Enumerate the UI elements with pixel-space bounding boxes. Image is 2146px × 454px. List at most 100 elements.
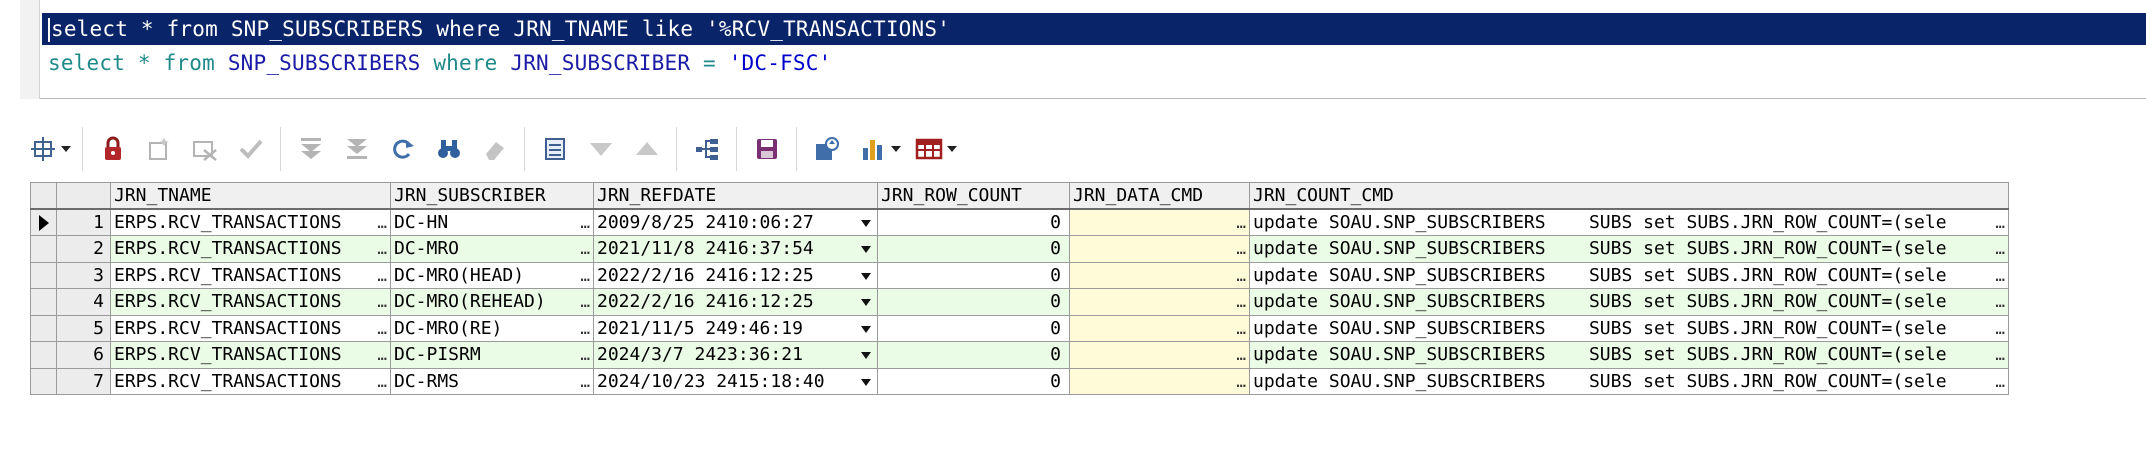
cell-data-cmd[interactable]: … (1069, 288, 1250, 316)
date-dropdown-icon[interactable] (861, 352, 871, 359)
table-row[interactable]: 7 ERPS.RCV_TRANSACTIONS … DC-RMS … 2024/10/23… (30, 367, 2009, 395)
lock-button[interactable] (90, 126, 136, 172)
cell-tname[interactable]: ERPS.RCV_TRANSACTIONS… (110, 314, 391, 342)
cell-count-cmd[interactable]: update SOAU.SNP_SUBSCRIBERS SUBS set SUB… (1249, 341, 2009, 369)
date-dropdown-icon[interactable] (861, 246, 871, 253)
cell-row-count[interactable]: 0 (877, 288, 1070, 316)
save-button[interactable] (744, 126, 790, 172)
ellipsis-button[interactable]: … (580, 289, 590, 314)
column-header[interactable]: JRN_REFDATE (593, 182, 878, 210)
column-header[interactable]: JRN_DATA_CMD (1069, 182, 1250, 210)
ellipsis-button[interactable]: … (580, 263, 590, 288)
date-dropdown-icon[interactable] (861, 220, 871, 227)
date-dropdown-icon[interactable] (861, 299, 871, 306)
ellipsis-button[interactable]: … (377, 289, 387, 314)
cell-row-count[interactable]: 0 (877, 314, 1070, 342)
ellipsis-button[interactable]: … (1995, 369, 2005, 394)
cell-count-cmd[interactable]: update SOAU.SNP_SUBSCRIBERS SUBS set SUB… (1249, 367, 2009, 395)
cell-count-cmd[interactable]: update SOAU.SNP_SUBSCRIBERS SUBS set SUB… (1249, 261, 2009, 289)
ellipsis-button[interactable]: … (1995, 236, 2005, 261)
table-view-dropdown[interactable] (946, 126, 958, 172)
cell-refdate[interactable]: 2009/8/25 2410:06:27 (593, 208, 878, 236)
cell-count-cmd[interactable]: update SOAU.SNP_SUBSCRIBERS SUBS set SUB… (1249, 235, 2009, 263)
cell-count-cmd[interactable]: update SOAU.SNP_SUBSCRIBERS SUBS set SUB… (1249, 288, 2009, 316)
cell-subscriber[interactable]: DC-MRO(RE)… (390, 314, 594, 342)
sort-button[interactable] (624, 126, 670, 172)
ellipsis-button[interactable]: … (580, 316, 590, 341)
filter-button[interactable] (578, 126, 624, 172)
delete-record-button[interactable] (182, 126, 228, 172)
ellipsis-button[interactable]: … (1995, 342, 2005, 367)
table-row[interactable]: 4 ERPS.RCV_TRANSACTIONS … DC-MRO(REHEAD) … 20… (30, 288, 2009, 316)
ellipsis-button[interactable]: … (377, 342, 387, 367)
ellipsis-button[interactable]: … (1995, 316, 2005, 341)
ellipsis-button[interactable]: … (1236, 289, 1246, 314)
chart-dropdown[interactable] (890, 126, 902, 172)
row-indicator[interactable] (30, 208, 57, 236)
single-record-view-button[interactable] (532, 126, 578, 172)
cell-refdate[interactable]: 2024/3/7 2423:36:21 (593, 341, 878, 369)
cell-subscriber[interactable]: DC-RMS… (390, 367, 594, 395)
query-by-example-button[interactable] (684, 126, 730, 172)
cell-tname[interactable]: ERPS.RCV_TRANSACTIONS… (110, 288, 391, 316)
ellipsis-button[interactable]: … (377, 369, 387, 394)
ellipsis-button[interactable]: … (1236, 316, 1246, 341)
ellipsis-button[interactable]: … (377, 263, 387, 288)
column-header[interactable]: JRN_TNAME (110, 182, 391, 210)
column-header[interactable]: JRN_ROW_COUNT (877, 182, 1070, 210)
cell-row-count[interactable]: 0 (877, 261, 1070, 289)
sql-editor[interactable]: select * from SNP_SUBSCRIBERS where JRN_… (20, 0, 2146, 99)
ellipsis-button[interactable]: … (580, 342, 590, 367)
cell-row-count[interactable]: 0 (877, 208, 1070, 236)
cell-count-cmd[interactable]: update SOAU.SNP_SUBSCRIBERS SUBS set SUB… (1249, 208, 2009, 236)
cell-refdate[interactable]: 2022/2/16 2416:12:25 (593, 288, 878, 316)
ellipsis-button[interactable]: … (1236, 263, 1246, 288)
ellipsis-button[interactable]: … (1236, 236, 1246, 261)
ellipsis-button[interactable]: … (1236, 369, 1246, 394)
export-button[interactable] (804, 126, 850, 172)
cell-tname[interactable]: ERPS.RCV_TRANSACTIONS… (110, 208, 391, 236)
post-edit-button[interactable] (228, 126, 274, 172)
sql-line-2[interactable]: select * from SNP_SUBSCRIBERS where JRN_… (42, 47, 831, 79)
ellipsis-button[interactable]: … (580, 210, 590, 235)
cell-subscriber[interactable]: DC-MRO… (390, 235, 594, 263)
table-row[interactable]: 3 ERPS.RCV_TRANSACTIONS … DC-MRO(HEAD) … 2022… (30, 261, 2009, 289)
cell-refdate[interactable]: 2021/11/8 2416:37:54 (593, 235, 878, 263)
cell-row-count[interactable]: 0 (877, 341, 1070, 369)
cell-data-cmd[interactable]: … (1069, 314, 1250, 342)
table-row[interactable]: 2 ERPS.RCV_TRANSACTIONS … DC-MRO … 2021/11/8 … (30, 235, 2009, 263)
add-record-button[interactable] (136, 126, 182, 172)
cell-subscriber[interactable]: DC-PISRM… (390, 341, 594, 369)
find-button[interactable] (426, 126, 472, 172)
column-header[interactable]: JRN_SUBSCRIBER (390, 182, 594, 210)
table-row[interactable]: 5 ERPS.RCV_TRANSACTIONS … DC-MRO(RE) … 2021/1… (30, 314, 2009, 342)
row-indicator[interactable] (30, 261, 57, 289)
cell-data-cmd[interactable]: … (1069, 261, 1250, 289)
ellipsis-button[interactable]: … (580, 369, 590, 394)
clear-button[interactable] (472, 126, 518, 172)
cell-data-cmd[interactable]: … (1069, 235, 1250, 263)
row-indicator[interactable] (30, 367, 57, 395)
row-indicator[interactable] (30, 341, 57, 369)
cell-row-count[interactable]: 0 (877, 235, 1070, 263)
ellipsis-button[interactable]: … (1236, 342, 1246, 367)
cell-data-cmd[interactable]: … (1069, 367, 1250, 395)
row-indicator[interactable] (30, 235, 57, 263)
date-dropdown-icon[interactable] (861, 325, 871, 333)
row-indicator[interactable] (30, 288, 57, 316)
cell-data-cmd[interactable]: … (1069, 341, 1250, 369)
cell-data-cmd[interactable]: … (1069, 208, 1250, 236)
ellipsis-button[interactable]: … (1995, 263, 2005, 288)
table-row[interactable]: 6 ERPS.RCV_TRANSACTIONS … DC-PISRM … 2024/3/7… (30, 341, 2009, 369)
grid-corner[interactable] (30, 182, 57, 210)
fetch-all-button[interactable] (334, 126, 380, 172)
refresh-button[interactable] (380, 126, 426, 172)
ellipsis-button[interactable]: … (580, 236, 590, 261)
cell-refdate[interactable]: 2024/10/23 2415:18:40 (593, 367, 878, 395)
ellipsis-button[interactable]: … (1995, 289, 2005, 314)
ellipsis-button[interactable]: … (377, 236, 387, 261)
ellipsis-button[interactable]: … (377, 210, 387, 235)
cell-refdate[interactable]: 2022/2/16 2416:12:25 (593, 261, 878, 289)
column-header[interactable]: JRN_COUNT_CMD (1249, 182, 2009, 210)
ellipsis-button[interactable]: … (1236, 210, 1246, 235)
